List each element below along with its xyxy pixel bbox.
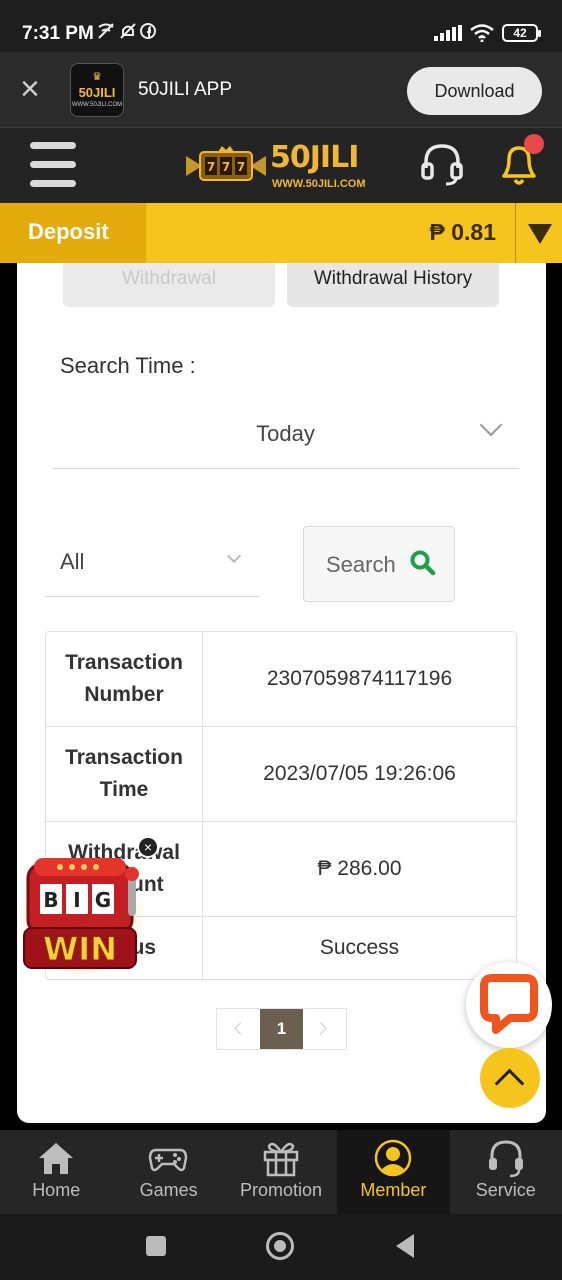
- site-logo[interactable]: 7 7 7 50JILI WWW.50JILI.COM: [184, 140, 380, 194]
- table-row: Transaction Time 2023/07/05 19:26:06: [46, 727, 516, 822]
- time-range-select[interactable]: Today: [52, 407, 519, 469]
- nav-home-label: Home: [32, 1180, 81, 1200]
- bottom-nav: Home Games Promotion Member Service: [0, 1130, 562, 1214]
- search-time-label: Search Time :: [60, 353, 196, 378]
- headset-icon[interactable]: [420, 142, 464, 188]
- nav-games-label: Games: [139, 1180, 198, 1200]
- table-row: Transaction Number 2307059874117196: [46, 632, 516, 727]
- gift-icon: [263, 1142, 299, 1177]
- chat-button[interactable]: [466, 962, 552, 1048]
- home-icon: [39, 1143, 73, 1174]
- transaction-number-label: Transaction Number: [46, 632, 203, 726]
- svg-text:7: 7: [222, 160, 230, 174]
- pagination: 1: [216, 1008, 347, 1050]
- nav-games[interactable]: Games: [112, 1130, 224, 1214]
- chevron-left-icon[interactable]: [217, 1009, 260, 1049]
- nav-service-label: Service: [475, 1180, 536, 1200]
- time-range-value: Today: [256, 421, 315, 446]
- app-logo-url: WWW.50JILI.COM: [71, 102, 123, 108]
- app-install-banner: × ♛ 50JILI WWW.50JILI.COM 50JILI APP Dow…: [0, 52, 562, 128]
- search-button[interactable]: Search: [303, 526, 455, 602]
- logo-text: 50JILI: [270, 140, 359, 175]
- headset-icon: [488, 1140, 523, 1178]
- nav-member[interactable]: Member: [337, 1130, 450, 1214]
- tab-withdrawal-history[interactable]: Withdrawal History: [287, 263, 499, 307]
- back-icon[interactable]: [396, 1234, 414, 1258]
- status-bar: 7:31 PM 42: [0, 0, 562, 52]
- gamepad-icon: [149, 1148, 188, 1172]
- nav-service[interactable]: Service: [450, 1130, 562, 1214]
- app-logo: ♛ 50JILI WWW.50JILI.COM: [70, 63, 124, 117]
- deposit-button[interactable]: Deposit: [0, 203, 146, 263]
- notification-icons: [97, 23, 157, 44]
- recents-icon[interactable]: [146, 1236, 166, 1256]
- nav-promotion-label: Promotion: [239, 1180, 322, 1200]
- chat-icon: [480, 974, 538, 1034]
- close-icon[interactable]: ×: [20, 72, 50, 106]
- nav-promotion[interactable]: Promotion: [225, 1130, 337, 1214]
- member-icon: [374, 1139, 412, 1177]
- wifi-calling-icon: [98, 23, 114, 39]
- chevron-right-icon[interactable]: [303, 1009, 346, 1049]
- balance-amount: ₱ 0.81: [429, 219, 497, 245]
- signal-icon: [434, 25, 462, 41]
- deposit-bar: Deposit ₱ 0.81: [0, 203, 562, 263]
- menu-icon[interactable]: [30, 142, 76, 188]
- scroll-top-button[interactable]: [480, 1048, 540, 1108]
- notification-badge: [524, 134, 544, 154]
- wifi-icon: [470, 24, 494, 42]
- status-filter-value: All: [60, 549, 85, 574]
- svg-text:7: 7: [207, 160, 215, 174]
- search-button-label: Search: [326, 552, 396, 577]
- big-text-g: G: [95, 888, 111, 912]
- transaction-time-value: 2023/07/05 19:26:06: [263, 762, 456, 785]
- home-button-icon[interactable]: [266, 1232, 294, 1260]
- search-icon: [410, 550, 436, 576]
- app-title: 50JILI APP: [138, 79, 233, 100]
- system-nav-bar: [0, 1214, 562, 1280]
- close-promo-icon[interactable]: ×: [137, 836, 159, 858]
- nav-home[interactable]: Home: [0, 1130, 112, 1214]
- caret-down-icon[interactable]: [515, 203, 562, 263]
- download-button[interactable]: Download: [407, 67, 542, 115]
- page-current[interactable]: 1: [260, 1009, 303, 1049]
- tab-withdrawal[interactable]: Withdrawal: [63, 263, 275, 307]
- chevron-down-icon: [226, 548, 242, 564]
- nav-member-label: Member: [360, 1180, 427, 1200]
- big-text-i: I: [73, 888, 80, 912]
- app-logo-text: 50JILI: [78, 85, 116, 100]
- big-win-promo[interactable]: B I G WIN: [20, 850, 144, 975]
- transaction-time-label: Transaction Time: [46, 727, 203, 821]
- slot-emblem-icon: 7 7 7: [186, 146, 266, 181]
- big-text-b: B: [43, 888, 58, 912]
- status-time: 7:31 PM: [22, 23, 94, 44]
- status-filter-select[interactable]: All: [45, 533, 260, 597]
- mute-icon: [120, 23, 136, 39]
- facebook-icon: [140, 23, 157, 39]
- transaction-number-value: 2307059874117196: [266, 667, 453, 690]
- svg-text:7: 7: [237, 160, 245, 174]
- win-text: WIN: [43, 930, 117, 968]
- site-header: 7 7 7 50JILI WWW.50JILI.COM: [0, 128, 562, 203]
- crown-icon: ♛: [92, 71, 102, 83]
- withdrawal-amount-value: ₱ 286.00: [317, 857, 402, 880]
- battery-icon: 42: [502, 24, 541, 42]
- logo-url: WWW.50JILI.COM: [272, 178, 366, 190]
